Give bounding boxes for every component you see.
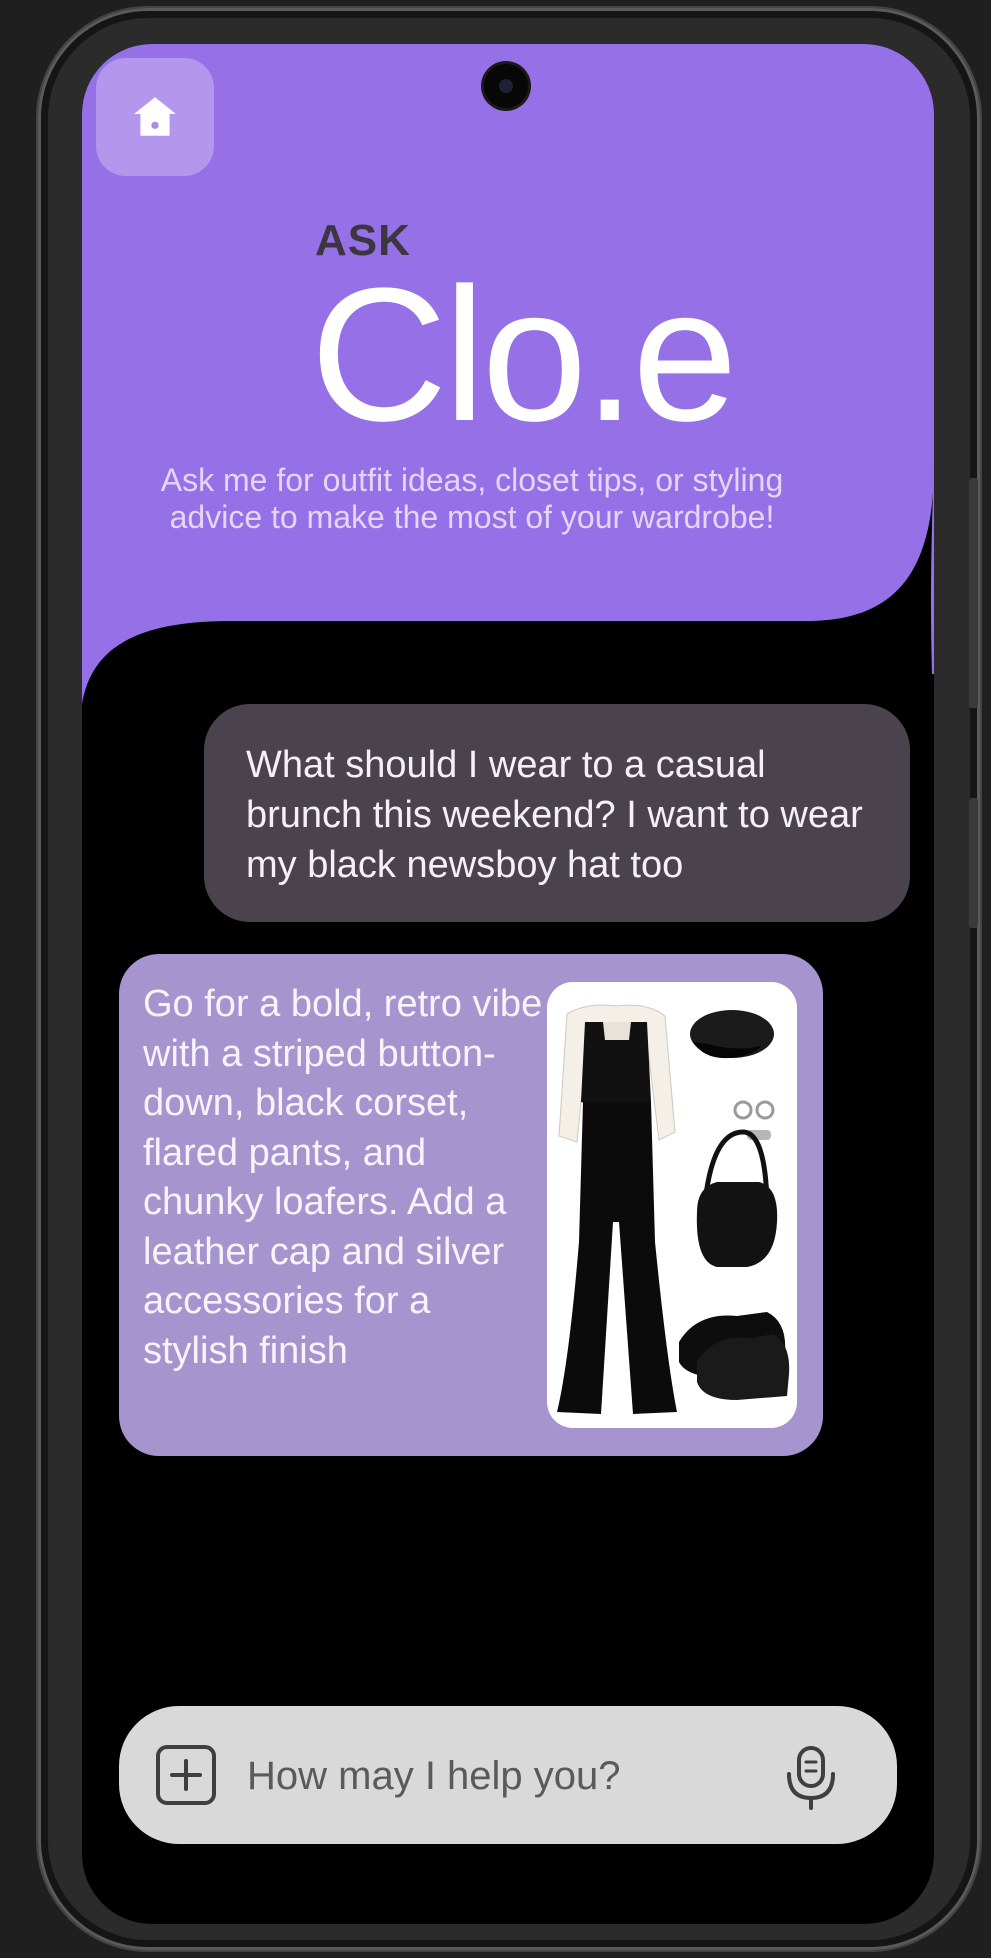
app-title: Clo.e — [310, 249, 738, 461]
front-camera — [484, 64, 528, 108]
outfit-collage-image[interactable] — [547, 982, 797, 1428]
user-message-text: What should I wear to a casual brunch th… — [246, 744, 863, 886]
app-subtitle: Ask me for outfit ideas, closet tips, or… — [160, 462, 784, 535]
assistant-message-bubble: Go for a bold, retro vibe with a striped… — [119, 954, 823, 1456]
assistant-message-text: Go for a bold, retro vibe with a striped… — [143, 983, 543, 1372]
user-message-bubble: What should I wear to a casual brunch th… — [204, 704, 910, 922]
voice-input-button[interactable] — [783, 1744, 839, 1810]
power-button — [969, 798, 978, 928]
plus-square-icon — [156, 1745, 216, 1805]
microphone-icon — [787, 1746, 835, 1810]
volume-button — [969, 478, 978, 708]
home-button[interactable] — [96, 58, 214, 176]
message-composer — [119, 1706, 897, 1844]
add-attachment-button[interactable] — [155, 1744, 217, 1806]
outfit-illustration — [557, 1004, 790, 1414]
message-input[interactable] — [245, 1740, 729, 1812]
phone-screen: ASK Clo.e Ask me for outfit ideas, close… — [82, 44, 934, 1924]
home-icon — [134, 97, 176, 136]
